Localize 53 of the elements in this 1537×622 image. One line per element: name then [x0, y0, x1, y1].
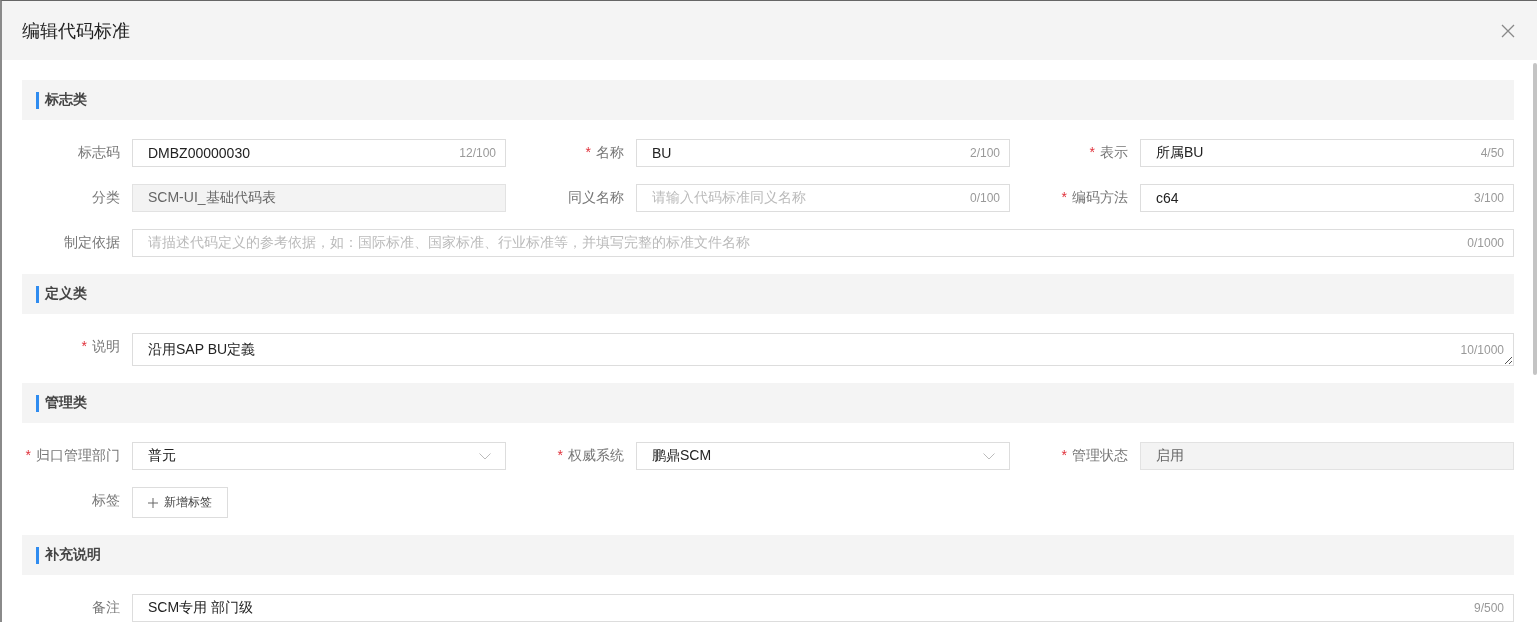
resize-handle-icon: [1504, 356, 1512, 364]
character-count: 12/100: [459, 146, 496, 160]
field-label: 备注: [91, 598, 120, 617]
field-label: * 名称: [584, 143, 624, 162]
scrollbar-thumb[interactable]: [1533, 63, 1537, 375]
character-count: 10/1000: [1460, 342, 1504, 357]
character-count: 3/100: [1473, 191, 1504, 205]
field-value: 鹏鼎SCM: [652, 447, 712, 465]
input-field[interactable]: 所属BU 4/50: [1140, 139, 1514, 167]
input-field[interactable]: BU 2/100: [636, 139, 1010, 167]
character-count: 0/100: [969, 191, 1000, 205]
field-label: 分类: [91, 188, 120, 207]
field-value: BU: [652, 145, 672, 161]
field-value: 启用: [1156, 447, 1184, 465]
input-field[interactable]: DMBZ00000030 12/100: [132, 139, 506, 167]
field-label: 标志码: [77, 143, 120, 162]
character-count: 0/1000: [1467, 236, 1504, 250]
section-title: 定义类: [44, 285, 87, 303]
section-title: 标志类: [44, 91, 87, 109]
field-label: * 管理状态: [1060, 446, 1128, 465]
field-label: 同义名称: [567, 188, 624, 207]
field-label: * 编码方法: [1060, 188, 1128, 207]
field-label: * 说明: [80, 337, 120, 356]
field-label: 标签: [91, 491, 120, 510]
placeholder-text: 请描述代码定义的参考依据，如：国际标准、国家标准、行业标准等，并填写完整的标准文件名称: [148, 234, 750, 252]
plus-icon: [148, 497, 158, 508]
field-value: SCM专用 部门级: [148, 599, 253, 617]
field-label: * 归口管理部门: [24, 446, 120, 465]
character-count: 2/100: [969, 146, 1000, 160]
field-label: 制定依据: [63, 233, 120, 252]
chevron-down-icon: [983, 452, 995, 460]
chevron-down-icon: [479, 452, 491, 460]
field-label: * 权威系统: [556, 446, 624, 465]
field-value: 沿用SAP BU定義: [148, 340, 256, 359]
close-icon[interactable]: [1501, 23, 1515, 38]
dialog-title: 编辑代码标准: [22, 19, 130, 43]
input-field[interactable]: SCM专用 部门级 9/500: [132, 594, 1514, 622]
character-count: 4/50: [1480, 146, 1504, 160]
field-value: SCM-UI_基础代码表: [148, 189, 276, 207]
placeholder-text: 请输入代码标准同义名称: [652, 189, 806, 207]
field-value: 所属BU: [1156, 144, 1204, 162]
field-label: * 表示: [1088, 143, 1128, 162]
field-value: c64: [1156, 190, 1179, 206]
add-tag-button[interactable]: 新增标签: [132, 487, 228, 518]
section-title: 补充说明: [44, 546, 101, 564]
field-value: DMBZ00000030: [148, 145, 250, 161]
select-field[interactable]: 鹏鼎SCM: [636, 442, 1010, 470]
field-value: 普元: [148, 447, 176, 465]
input-field[interactable]: c64 3/100: [1140, 184, 1514, 212]
section-title: 管理类: [44, 394, 87, 412]
select-field[interactable]: 普元: [132, 442, 506, 470]
character-count: 9/500: [1473, 601, 1504, 615]
text-area[interactable]: 沿用SAP BU定義 10/1000: [132, 333, 1514, 366]
